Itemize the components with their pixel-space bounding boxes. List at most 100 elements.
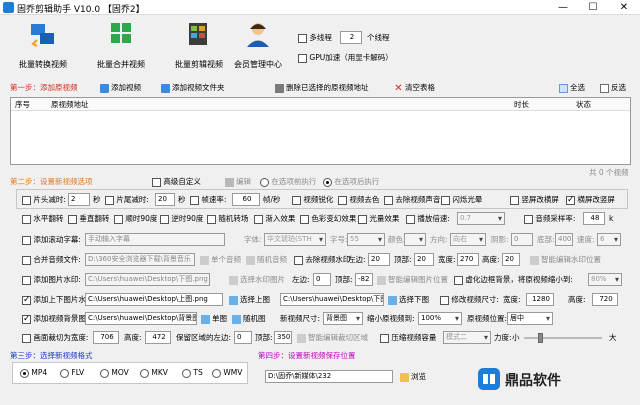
gpu-option[interactable]: GPU加速（用显卡解码）: [298, 52, 393, 64]
new-size-select[interactable]: 背景图: [323, 312, 363, 325]
keep-left-input[interactable]: 0: [234, 331, 252, 344]
maximize-button[interactable]: ☐: [578, 0, 608, 15]
tail-cut-option[interactable]: 片尾减时:: [105, 194, 149, 206]
speed-select[interactable]: 0.7: [457, 212, 505, 225]
hflip-option[interactable]: 水平翻转: [22, 213, 63, 225]
position-select[interactable]: 居中: [507, 312, 553, 325]
bottom-input[interactable]: 400: [555, 233, 573, 246]
member-center-tool[interactable]: 会员管理中心: [219, 18, 297, 72]
speed-option[interactable]: 播放倍速:: [406, 213, 450, 225]
video-table[interactable]: 序号 原视频地址 时长 状态: [10, 97, 631, 165]
add-video-button[interactable]: 添加视频: [100, 82, 141, 94]
multithread-option[interactable]: 多线程: [298, 32, 332, 44]
format-ts[interactable]: TS: [182, 367, 203, 379]
fps-input[interactable]: 60: [232, 193, 260, 206]
advanced-checkbox[interactable]: [152, 177, 161, 187]
sharpen-option[interactable]: 视频锐化: [292, 194, 333, 206]
fps-option[interactable]: 帧速率:: [190, 194, 226, 206]
transition-option[interactable]: 随机转场: [207, 213, 248, 225]
smart-wm-button[interactable]: 智能编辑图片位置: [377, 274, 448, 286]
minimize-button[interactable]: —: [548, 0, 578, 15]
resize-option[interactable]: 修改视频尺寸:: [440, 294, 499, 306]
tail-cut-input[interactable]: 20: [155, 193, 175, 206]
crop-height-input[interactable]: 472: [145, 331, 171, 344]
single-audio-button[interactable]: 单个音频: [200, 254, 241, 266]
crop-option[interactable]: 画面裁切为宽度:: [22, 332, 88, 344]
random-image-button[interactable]: 随机图: [232, 313, 266, 325]
choose-down-button[interactable]: 选择下图: [388, 294, 429, 306]
rot90ccw-option[interactable]: 逆时90度: [160, 213, 203, 225]
scroll-speed-select[interactable]: 6: [597, 233, 621, 246]
fade-option[interactable]: 渐入效果: [254, 213, 295, 225]
color-fx-option[interactable]: 色彩变幻效果: [300, 213, 356, 225]
keep-top-input[interactable]: 350: [274, 331, 292, 344]
delete-selected-button[interactable]: 删除已选择的原视频地址: [275, 82, 369, 94]
head-cut-input[interactable]: 2: [68, 193, 90, 206]
bg-image-path[interactable]: C:\Users\huawei\Desktop\背景图.png: [85, 312, 197, 325]
add-folder-button[interactable]: 添加视频文件夹: [161, 82, 225, 94]
choose-up-button[interactable]: 选择上图: [229, 294, 270, 306]
format-mp4[interactable]: MP4: [20, 367, 47, 379]
scale-select[interactable]: 80%: [588, 273, 622, 286]
font-select[interactable]: 华文琥珀(STH: [264, 233, 326, 246]
gpu-checkbox[interactable]: [298, 53, 307, 63]
wm-height-input[interactable]: 20: [502, 253, 520, 266]
shadow-input[interactable]: 0: [511, 233, 533, 246]
h2v-option[interactable]: 横屏改竖屏: [566, 194, 615, 206]
audio-path-input[interactable]: D:\360安全浏览器下载\背景音乐: [85, 253, 195, 266]
rot90-option[interactable]: 顺时90度: [114, 213, 157, 225]
clear-table-button[interactable]: ✕ 清空表格: [394, 82, 435, 94]
close-button[interactable]: ✕: [609, 0, 639, 15]
wm-top-input[interactable]: 20: [414, 253, 434, 266]
direction-select[interactable]: 向右: [450, 233, 486, 246]
edit-button[interactable]: 编辑: [225, 176, 251, 188]
virtual-bg-option[interactable]: 虚化边框背景，将原视频缩小到:: [454, 274, 573, 286]
multithread-checkbox[interactable]: [298, 33, 307, 43]
resize-width-input[interactable]: 1280: [526, 293, 554, 306]
thread-count-input[interactable]: 2: [340, 31, 362, 44]
strength-slider-track[interactable]: [524, 337, 602, 339]
head-cut-option[interactable]: 片头减时:: [22, 194, 66, 206]
after-option[interactable]: 在选项后执行: [323, 176, 379, 188]
crop-width-input[interactable]: 706: [93, 331, 119, 344]
img-top-input[interactable]: -82: [355, 273, 373, 286]
resize-height-input[interactable]: 720: [592, 293, 618, 306]
decolor-option[interactable]: 视频去色: [338, 194, 379, 206]
invert-selection-button[interactable]: 反选: [600, 82, 626, 94]
merge-audio-option[interactable]: 合并音频文件:: [22, 254, 81, 266]
choose-wm-image-button[interactable]: 选择水印图片: [229, 274, 285, 286]
wm-left-input[interactable]: 20: [368, 253, 390, 266]
select-all-button[interactable]: 全选: [559, 82, 585, 94]
save-path-input[interactable]: D:\固乔\新媒体\232: [265, 370, 393, 383]
after-radio[interactable]: [323, 177, 332, 187]
format-wmv[interactable]: WMV: [212, 367, 242, 379]
vflip-option[interactable]: 垂直翻转: [68, 213, 109, 225]
format-flv[interactable]: FLV: [60, 367, 84, 379]
wm-width-input[interactable]: 270: [457, 253, 479, 266]
remove-audio-option[interactable]: 去除视频声音: [384, 194, 440, 206]
single-image-button[interactable]: 单图: [201, 313, 227, 325]
down-image-path[interactable]: C:\Users\huawei\Desktop\下图.png: [280, 293, 384, 306]
size-select[interactable]: 55: [347, 233, 385, 246]
format-mkv[interactable]: MKV: [140, 367, 168, 379]
batch-merge-tool[interactable]: 批量合并视频: [82, 18, 160, 72]
advanced-option[interactable]: 高级自定义: [152, 176, 201, 188]
remove-wm-option[interactable]: 去除视频水印: [294, 254, 350, 266]
browse-button[interactable]: 浏览: [400, 371, 426, 383]
before-option[interactable]: 在选项前执行: [260, 176, 316, 188]
random-audio-button[interactable]: 随机音频: [246, 254, 287, 266]
compress-option[interactable]: 压缩视频容量: [380, 332, 436, 344]
subtitle-input[interactable]: 手动输入字幕: [85, 233, 225, 246]
v2h-option[interactable]: 竖屏改横屏: [510, 194, 559, 206]
shrink-select[interactable]: 100%: [418, 312, 462, 325]
light-fx-option[interactable]: 光量效果: [358, 213, 399, 225]
smart-locate-button[interactable]: 智能编辑水印位置: [530, 254, 601, 266]
up-image-path[interactable]: C:\Users\huawei\Desktop\上图.png: [85, 293, 223, 306]
sample-input[interactable]: 48: [583, 212, 605, 225]
compress-mode-select[interactable]: 模式二: [443, 331, 491, 344]
image-wm-path[interactable]: C:\Users\huawei\Desktop\下图.png: [85, 273, 210, 286]
subtitle-option[interactable]: 添加滚动字幕:: [22, 234, 81, 246]
strength-slider-thumb[interactable]: [538, 333, 543, 343]
smart-crop-button[interactable]: 智能编辑裁切区域: [297, 332, 368, 344]
img-left-input[interactable]: 0: [313, 273, 331, 286]
